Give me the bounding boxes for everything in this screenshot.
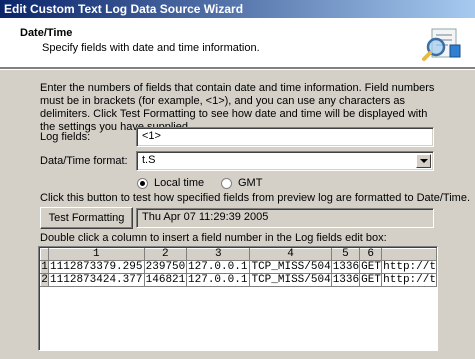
grid-hint: Double click a column to insert a field … <box>40 232 387 244</box>
table-cell[interactable]: GET <box>359 273 383 287</box>
table-row: 2 1112873424.377 146821 127.0.0.1 TCP_MI… <box>39 273 437 287</box>
table-cell[interactable]: 1112873379.295 <box>48 260 145 274</box>
test-result-value: Thu Apr 07 11:29:39 2005 <box>142 211 269 223</box>
title-bar[interactable]: Edit Custom Text Log Data Source Wizard <box>0 0 475 18</box>
table-cell[interactable]: TCP_MISS/504 <box>249 273 332 287</box>
wizard-window: Edit Custom Text Log Data Source Wizard … <box>0 0 475 359</box>
format-dropdown-button[interactable] <box>416 154 431 168</box>
test-result-field: Thu Apr 07 11:29:39 2005 <box>136 208 434 228</box>
radio-gmt[interactable]: GMT <box>221 177 262 189</box>
preview-log-table: 1 2 3 4 5 6 1 1112873379.295 239750 127.… <box>39 248 437 287</box>
radio-local-time[interactable]: Local time <box>137 177 204 189</box>
test-formatting-button[interactable]: Test Formatting <box>40 207 133 229</box>
wizard-magnifier-icon <box>422 28 461 61</box>
preview-log-grid[interactable]: 1 2 3 4 5 6 1 1112873379.295 239750 127.… <box>38 246 438 351</box>
column-header[interactable]: 3 <box>186 248 251 261</box>
column-header[interactable]: 4 <box>249 248 332 261</box>
format-value: t.S <box>142 154 156 166</box>
page-title: Date/Time <box>20 27 73 39</box>
row-number: 2 <box>39 273 50 287</box>
row-number: 1 <box>39 260 50 274</box>
table-cell[interactable]: 1112873424.377 <box>48 273 145 287</box>
header-separator <box>0 68 475 70</box>
format-label: Data/Time format: <box>40 155 128 167</box>
log-fields-label: Log fields: <box>40 131 91 143</box>
test-hint: Click this button to test how specified … <box>40 192 470 204</box>
radio-local-label: Local time <box>154 177 205 189</box>
format-combobox[interactable]: t.S <box>136 151 434 171</box>
table-cell[interactable]: http://t <box>381 273 437 287</box>
table-cell[interactable]: http://t <box>381 260 437 274</box>
table-cell[interactable]: 1336 <box>330 260 361 274</box>
grid-corner <box>39 248 50 261</box>
radio-gmt-indicator <box>221 177 232 189</box>
log-fields-input[interactable]: <1> <box>136 127 434 147</box>
column-header[interactable]: 2 <box>143 248 188 261</box>
table-cell[interactable]: TCP_MISS/504 <box>249 260 332 274</box>
table-cell[interactable]: 127.0.0.1 <box>186 273 251 287</box>
log-fields-value: <1> <box>142 130 161 142</box>
table-row: 1 1112873379.295 239750 127.0.0.1 TCP_MI… <box>39 260 437 274</box>
column-header[interactable]: 1 <box>48 248 145 261</box>
column-header[interactable]: 6 <box>359 248 383 261</box>
grid-header-row: 1 2 3 4 5 6 <box>39 248 437 261</box>
table-cell[interactable]: 239750 <box>143 260 188 274</box>
radio-local-indicator <box>137 177 148 189</box>
page-subtitle: Specify fields with date and time inform… <box>42 42 260 54</box>
table-cell[interactable]: GET <box>359 260 383 274</box>
table-cell[interactable]: 127.0.0.1 <box>186 260 251 274</box>
window-title: Edit Custom Text Log Data Source Wizard <box>4 2 244 16</box>
radio-gmt-label: GMT <box>238 177 263 189</box>
table-cell[interactable]: 146821 <box>143 273 188 287</box>
wizard-header: Date/Time Specify fields with date and t… <box>0 18 475 68</box>
column-header[interactable]: 5 <box>330 248 361 261</box>
column-header[interactable] <box>381 248 437 261</box>
chevron-down-icon <box>419 159 428 163</box>
table-cell[interactable]: 1336 <box>330 273 361 287</box>
